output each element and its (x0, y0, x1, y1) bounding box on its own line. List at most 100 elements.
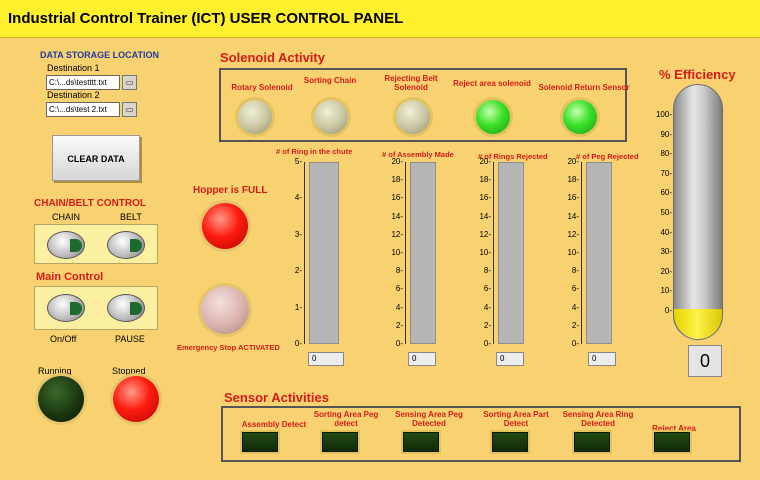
running-label: Running (38, 366, 72, 376)
tick-label: 20- (567, 157, 579, 166)
tick-label: 3- (294, 229, 302, 239)
tick-label: 18- (391, 175, 403, 185)
solenoid-label: Sorting Chain (303, 76, 357, 85)
tick-label: 1- (294, 302, 302, 312)
reject-area-indicator (654, 432, 690, 452)
tick-label: 18- (479, 175, 491, 185)
sensor-label: Sensing Area Ring Detected (562, 410, 634, 428)
tick-label: 12- (567, 229, 579, 239)
main-control-panel (34, 286, 158, 330)
assembly-detect-indicator (242, 432, 278, 452)
tick-label: 0- (483, 339, 491, 348)
tank-axis (493, 162, 494, 344)
destination-1-path[interactable]: C:\...ds\testttt.txt (46, 75, 120, 90)
destination-1-label: Destination 1 (47, 63, 100, 73)
efficiency-fill (674, 309, 722, 339)
tick-label: 4- (395, 302, 403, 312)
efficiency-heading: % Efficiency (659, 67, 736, 82)
chain-belt-heading: CHAIN/BELT CONTROL (34, 198, 147, 209)
sorting-part-detect-indicator (492, 432, 528, 452)
efficiency-tick-label: 20- (660, 266, 672, 276)
tick-label: 8- (483, 266, 491, 276)
counter-tank (309, 162, 339, 344)
efficiency-tick-label: 50- (660, 208, 672, 217)
hopper-full-label: Hopper is FULL (193, 185, 268, 196)
belt-toggle[interactable] (107, 231, 145, 259)
tick-label: 6- (571, 284, 579, 294)
data-storage-heading: DATA STORAGE LOCATION (40, 50, 159, 60)
sensor-label: Sensing Area Peg Detected (395, 410, 463, 428)
hopper-full-indicator (202, 203, 248, 249)
assembly-made-value: 0 (408, 352, 436, 366)
tank-axis (581, 162, 582, 344)
efficiency-tick-label: 0- (664, 306, 672, 315)
counter-tank (498, 162, 524, 344)
running-indicator (38, 376, 84, 422)
efficiency-tick-label: 40- (660, 227, 672, 237)
tick-label: 12- (391, 229, 403, 239)
destination-1-browse-button[interactable]: ▭ (122, 75, 137, 90)
tick-label: 20- (479, 157, 491, 166)
tick-label: 20- (391, 157, 403, 166)
tick-label: 8- (395, 266, 403, 276)
tank-axis (304, 162, 305, 344)
pause-toggle[interactable] (107, 294, 145, 322)
tick-label: 4- (294, 193, 302, 203)
sensor-label: Sorting Area Peg detect (313, 410, 379, 428)
peg-rejected-title: # of Peg Rejected (576, 152, 639, 161)
ring-chute-value: 0 (308, 352, 344, 366)
solenoid-label: Reject area solenoid (453, 79, 531, 88)
destination-2-browse-button[interactable]: ▭ (122, 102, 137, 117)
tick-label: 6- (483, 284, 491, 294)
main-control-heading: Main Control (36, 271, 104, 283)
clear-data-button[interactable]: CLEAR DATA (52, 135, 140, 181)
tick-label: 14- (567, 211, 579, 221)
sensor-activities-heading: Sensor Activities (224, 390, 330, 405)
efficiency-thermometer (673, 84, 723, 340)
tick-label: 4- (483, 302, 491, 312)
efficiency-value: 0 (688, 345, 722, 377)
tick-label: 4- (571, 302, 579, 312)
tick-label: 10- (567, 248, 579, 257)
sensing-ring-detected-indicator (574, 432, 610, 452)
stopped-indicator (113, 376, 159, 422)
sensor-label: Assembly Detect (241, 420, 307, 429)
tick-label: 2- (483, 320, 491, 330)
on-off-toggle[interactable] (47, 294, 85, 322)
tick-label: 16- (479, 193, 491, 203)
efficiency-tick-label: 70- (660, 168, 672, 178)
tick-label: 2- (294, 266, 302, 276)
rings-rejected-value: 0 (496, 352, 524, 366)
ring-chute-title: # of Ring in the chute (276, 147, 353, 156)
tick-label: 14- (391, 211, 403, 221)
chain-label: CHAIN (52, 212, 81, 222)
tick-label: 0- (294, 339, 302, 348)
tick-label: 12- (479, 229, 491, 239)
efficiency-tick-label: 80- (660, 149, 672, 159)
tick-label: 10- (391, 248, 403, 257)
stopped-label: Stopped (112, 366, 146, 376)
sensor-label: Sorting Area Part Detect (483, 410, 549, 428)
solenoid-label: Solenoid Return Sensor (538, 83, 630, 92)
sorting-chain-indicator (314, 100, 348, 134)
folder-icon: ▭ (125, 78, 134, 87)
emergency-stop-label: Emergency Stop ACTIVATED (177, 343, 280, 352)
solenoid-label: Rejecting Belt Solenoid (384, 74, 438, 92)
efficiency-tick-label: 30- (660, 247, 672, 257)
tick-label: 2- (571, 320, 579, 330)
counter-tank (410, 162, 436, 344)
sorting-peg-detect-indicator (322, 432, 358, 452)
tick-label: 0- (571, 339, 579, 348)
chain-toggle[interactable] (47, 231, 85, 259)
tank-axis (405, 162, 406, 344)
belt-label: BELT (120, 212, 142, 222)
efficiency-tick-label: 100- (655, 110, 672, 119)
efficiency-tick-label: 60- (660, 188, 672, 198)
peg-rejected-value: 0 (588, 352, 616, 366)
efficiency-tick-label: 90- (660, 129, 672, 139)
destination-2-path[interactable]: C:\...ds\test 2.txt (46, 102, 120, 117)
pause-label: PAUSE (115, 334, 145, 344)
destination-2-label: Destination 2 (47, 90, 100, 100)
tick-label: 8- (571, 266, 579, 276)
chain-belt-panel (34, 224, 158, 264)
